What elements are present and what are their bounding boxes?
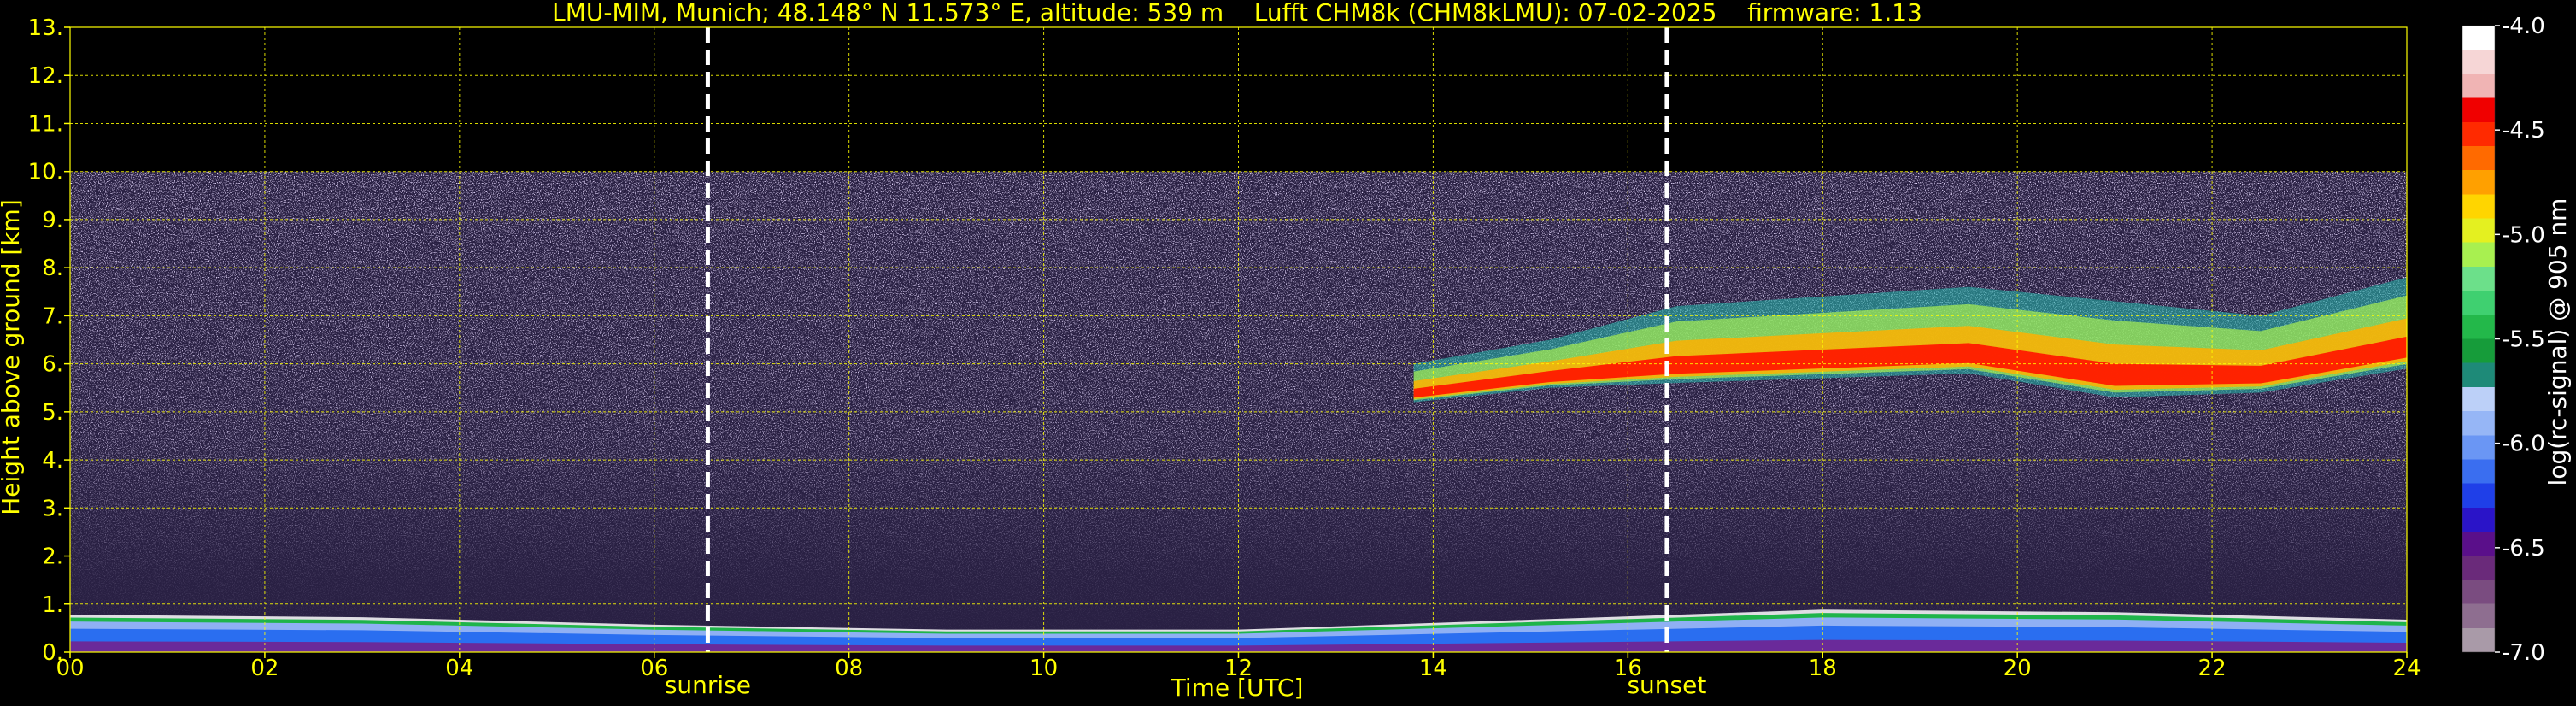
- y-tick-label: 3.: [42, 496, 63, 521]
- x-tick-label: 18: [1809, 656, 1837, 681]
- colorbar-tick-label: -5.5: [2502, 327, 2545, 353]
- y-tick-label: 10.: [28, 160, 63, 185]
- y-tick-label: 2.: [42, 544, 63, 570]
- y-tick-label: 7.: [42, 303, 63, 329]
- colorbar-label: log(rc-signal) @ 905 nm: [2544, 198, 2572, 486]
- sunrise-label: sunrise: [665, 671, 751, 699]
- colorbar-tick-label: -6.0: [2502, 432, 2545, 457]
- colorbar-tick-label: -4.5: [2502, 118, 2545, 144]
- colorbar-tick-label: -4.0: [2502, 14, 2545, 39]
- colorbar-tick-label: -6.5: [2502, 536, 2545, 562]
- colorbar-tick-label: -7.0: [2502, 640, 2545, 666]
- y-tick-label: 6.: [42, 352, 63, 378]
- x-tick-label: 06: [640, 656, 668, 681]
- x-tick-label: 22: [2198, 656, 2227, 681]
- y-tick-label: 5.: [42, 400, 63, 426]
- plot-area: sunrise sunset: [69, 26, 2408, 699]
- x-tick-label: 24: [2392, 656, 2421, 681]
- x-tick-label: 10: [1030, 656, 1058, 681]
- y-tick-label: 12.: [28, 63, 63, 89]
- ceilometer-figure: sunrise sunset 0.1.2.3.4.5.6.7.8.9.10.11.…: [0, 0, 2576, 706]
- chart-title: LMU-MIM, Munich; 48.148° N 11.573° E, al…: [552, 0, 1922, 26]
- x-tick-label: 20: [2004, 656, 2032, 681]
- y-tick-label: 8.: [42, 256, 63, 281]
- y-axis-label: Height above ground [km]: [0, 199, 25, 515]
- x-axis-label: Time [UTC]: [1171, 674, 1304, 702]
- x-tick-label: 00: [56, 656, 84, 681]
- y-tick-label: 9.: [42, 208, 63, 233]
- x-tick-label: 04: [445, 656, 473, 681]
- x-tick-label: 08: [835, 656, 863, 681]
- x-tick-label: 16: [1614, 656, 1642, 681]
- x-tick-label: 14: [1419, 656, 1447, 681]
- colorbar-scale: [2462, 25, 2496, 653]
- y-tick-label: 1.: [42, 592, 63, 618]
- y-tick-label: 4.: [42, 448, 63, 474]
- y-tick-label: 11.: [28, 111, 63, 137]
- colorbar-tick-label: -5.0: [2502, 222, 2545, 248]
- x-tick-label: 02: [250, 656, 279, 681]
- y-tick-label: 13.: [28, 15, 63, 41]
